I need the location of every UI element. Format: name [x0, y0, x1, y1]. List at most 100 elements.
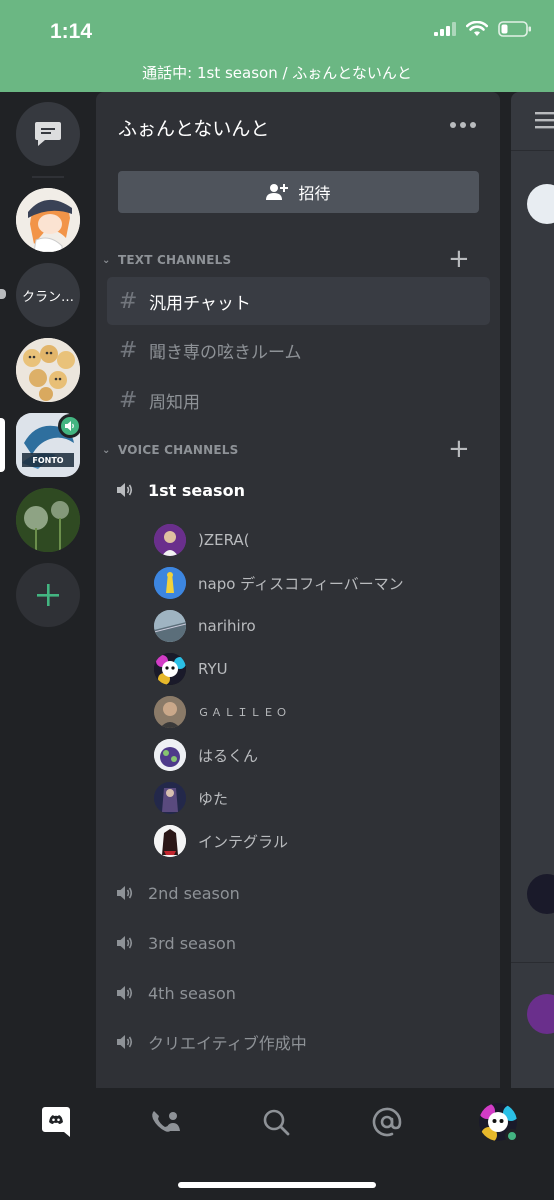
nav-search[interactable]: [246, 1102, 306, 1142]
add-channel-icon[interactable]: +: [448, 436, 470, 462]
guild-menu-button[interactable]: [450, 122, 476, 128]
hash-icon: #: [119, 387, 138, 413]
user-name: ゆた: [198, 789, 229, 808]
speaker-icon: [65, 421, 74, 431]
user-name: )ZERA(: [198, 531, 250, 549]
server-icon-bears[interactable]: [16, 338, 80, 402]
discord-logo-icon: [42, 1107, 70, 1137]
channel-label: 汎用チャット: [149, 293, 251, 314]
nav-mentions[interactable]: [357, 1102, 417, 1142]
user-name: インテグラル: [198, 832, 289, 851]
preview-divider: [511, 150, 554, 151]
rail-separator: [32, 176, 64, 178]
user-name: RYU: [198, 660, 228, 678]
channel-voice-0[interactable]: 1st season: [116, 475, 245, 505]
category-text-channels[interactable]: ⌄ TEXT CHANNELS +: [102, 246, 494, 272]
channel-label: 聞き専の呟きルーム: [149, 342, 302, 363]
add-server-button[interactable]: [16, 563, 80, 627]
category-label: VOICE CHANNELS: [118, 443, 239, 457]
channel-label: 周知用: [149, 392, 200, 413]
server-icon-dandelion[interactable]: [16, 488, 80, 552]
nav-home[interactable]: [26, 1102, 86, 1142]
user-name: ＧＡＬＩＬＥＯ: [198, 706, 289, 719]
avatar: [479, 1103, 519, 1143]
search-icon: [263, 1109, 290, 1136]
voice-user[interactable]: ＧＡＬＩＬＥＯ: [154, 695, 289, 729]
direct-messages-button[interactable]: [16, 102, 80, 166]
nav-profile[interactable]: [468, 1102, 528, 1143]
wifi-icon: [466, 21, 488, 36]
server-icon-clan[interactable]: クラン…: [16, 263, 80, 327]
channel-text-1[interactable]: # 聞き専の呟きルーム: [107, 326, 490, 374]
avatar: [154, 696, 186, 728]
channel-label: 4th season: [148, 983, 236, 1003]
dandelion-photo-icon: [16, 488, 80, 552]
user-name: はるくん: [198, 746, 259, 765]
voice-active-badge: [58, 414, 82, 438]
voice-user[interactable]: narihiro: [154, 609, 256, 643]
chat-preview-panel[interactable]: [511, 92, 554, 1088]
svg-text:FONTO: FONTO: [32, 456, 63, 465]
category-voice-channels[interactable]: ⌄ VOICE CHANNELS +: [102, 436, 494, 462]
speaker-icon: [117, 986, 133, 1000]
add-channel-icon[interactable]: +: [448, 246, 470, 272]
system-icons: [434, 21, 532, 37]
speaker-icon: [117, 483, 133, 497]
anime-avatar-icon: [16, 188, 80, 252]
plush-bears-icon: [16, 338, 80, 402]
avatar: [154, 524, 186, 556]
speaker-icon: [117, 886, 133, 900]
server-icon-avatar-girl[interactable]: [16, 188, 80, 252]
channel-voice-1[interactable]: 2nd season: [116, 878, 240, 908]
channel-voice-2[interactable]: 3rd season: [116, 928, 236, 958]
more-dot-icon: [450, 122, 456, 128]
cellular-signal-icon: [434, 22, 456, 36]
channel-label: 3rd season: [148, 933, 236, 953]
channel-voice-3[interactable]: 4th season: [116, 978, 236, 1008]
channel-voice-4[interactable]: クリエイティブ作成中: [116, 1027, 307, 1057]
selected-server-indicator: [0, 418, 5, 472]
avatar: [154, 739, 186, 771]
server-clan-label: クラン…: [21, 289, 74, 305]
speaker-icon: [117, 936, 133, 950]
call-status-bar[interactable]: 1:14 通話中: 1st season / ふぉんとないんと: [0, 0, 554, 92]
avatar: [154, 782, 186, 814]
unread-indicator: [0, 289, 6, 299]
invite-label: 招待: [298, 184, 331, 203]
friends-icon: [152, 1111, 180, 1132]
guild-name[interactable]: ふぉんとないんと: [118, 114, 269, 141]
hash-icon: #: [119, 288, 138, 314]
status-time: 1:14: [50, 20, 93, 43]
avatar: [154, 825, 186, 857]
channel-text-0[interactable]: # 汎用チャット: [107, 277, 490, 325]
home-indicator[interactable]: [178, 1182, 376, 1188]
voice-user[interactable]: napo ディスコフィーバーマン: [154, 566, 404, 600]
voice-user[interactable]: )ZERA(: [154, 523, 250, 557]
channel-label: クリエイティブ作成中: [148, 1034, 307, 1053]
avatar: [527, 184, 554, 224]
voice-user[interactable]: はるくん: [154, 738, 258, 772]
add-person-icon: [266, 184, 289, 200]
avatar: [154, 567, 186, 599]
more-dot-icon: [460, 122, 466, 128]
mention-icon: [372, 1107, 402, 1137]
chat-bubble-icon: [35, 122, 61, 146]
invite-button[interactable]: 招待: [118, 171, 479, 213]
chevron-down-icon: ⌄: [102, 254, 111, 266]
speaker-icon: [117, 1035, 133, 1049]
preview-divider: [511, 962, 554, 963]
hamburger-menu-icon: [535, 112, 554, 129]
online-status-indicator: [505, 1129, 519, 1143]
battery-icon: [498, 21, 531, 37]
channel-text-2[interactable]: # 周知用: [107, 376, 490, 424]
voice-user[interactable]: RYU: [154, 652, 228, 686]
avatar: [154, 610, 186, 642]
plus-icon: [37, 584, 59, 606]
voice-user[interactable]: インテグラル: [154, 824, 288, 858]
active-call-banner[interactable]: 通話中: 1st season / ふぉんとないんと: [0, 62, 554, 83]
voice-user[interactable]: ゆた: [154, 781, 228, 815]
server-rail: クラン… FONTO: [0, 92, 96, 1088]
channel-label: 1st season: [148, 480, 245, 500]
channel-panel: ふぉんとないんと 招待 ⌄ TEXT CHANNELS + # 汎用チャット #…: [96, 92, 500, 1088]
nav-friends[interactable]: [136, 1102, 196, 1142]
